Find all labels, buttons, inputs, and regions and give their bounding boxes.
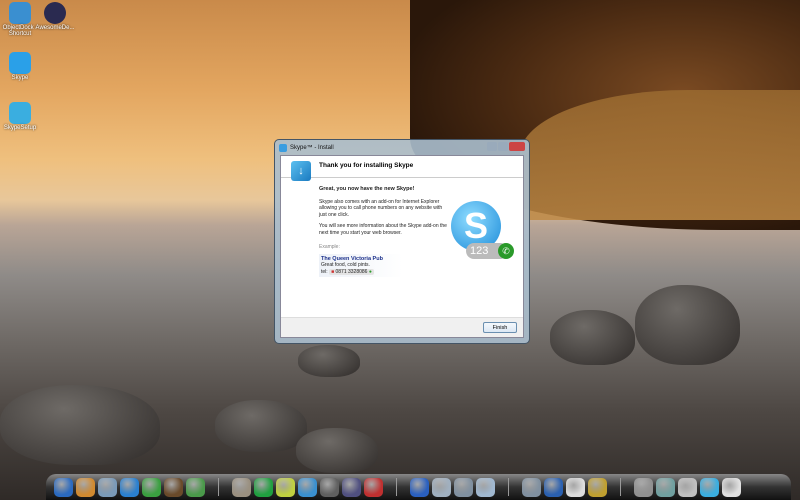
dock-app-icon[interactable]	[588, 477, 607, 497]
skype-install-dialog: Skype™ - Install ↓ Thank you for installi…	[274, 139, 530, 344]
dock-app-icon[interactable]	[120, 477, 139, 497]
minimize-button[interactable]	[487, 142, 497, 151]
dock	[46, 474, 791, 500]
dock-app-icon[interactable]	[142, 477, 161, 497]
dock-app-icon[interactable]	[342, 477, 361, 497]
finish-button[interactable]: Finish	[483, 322, 517, 333]
dock-separator	[396, 478, 397, 496]
rock	[635, 285, 740, 365]
desktop-icon-objectdock[interactable]: ObjectDock - Shortcut	[0, 2, 40, 37]
dock-app-icon[interactable]	[656, 477, 675, 497]
rock	[296, 428, 378, 473]
dock-app-icon[interactable]	[566, 477, 585, 497]
maximize-button[interactable]	[498, 142, 508, 151]
dock-app-icon[interactable]	[276, 477, 295, 497]
rock	[215, 400, 307, 452]
dock-separator	[218, 478, 219, 496]
subheading: Great, you now have the new Skype!	[319, 186, 415, 192]
dock-app-icon[interactable]	[164, 477, 183, 497]
objectdock-icon	[9, 2, 31, 24]
close-button[interactable]	[509, 142, 525, 151]
rock	[298, 345, 360, 377]
dock-app-icon[interactable]	[410, 477, 429, 497]
dock-app-icon[interactable]	[722, 477, 741, 497]
example-card: The Queen Victoria Pub Great food, cold …	[319, 253, 403, 277]
dock-app-icon[interactable]	[186, 477, 205, 497]
desktop-icon-skype[interactable]: Skype	[0, 52, 40, 81]
dock-app-icon[interactable]	[232, 477, 251, 497]
example-label: Example:	[319, 244, 340, 250]
dock-app-icon[interactable]	[522, 477, 541, 497]
dock-app-icon[interactable]	[678, 477, 697, 497]
call-icon: ●	[368, 268, 372, 275]
phone-number: 0871 3328086	[335, 268, 368, 275]
dock-app-icon[interactable]	[76, 477, 95, 497]
package-icon	[9, 102, 31, 124]
dock-app-icon[interactable]	[254, 477, 273, 497]
dock-app-icon[interactable]	[454, 477, 473, 497]
desktop-icon-skypesetup[interactable]: SkypeSetup	[0, 102, 40, 131]
dialog-heading: Thank you for installing Skype	[319, 162, 414, 169]
example-phone-button[interactable]: ■ 0871 3328086 ●	[329, 268, 374, 275]
rock	[0, 385, 160, 465]
dock-app-icon[interactable]	[364, 477, 383, 497]
addon-description: Skype also comes with an add-on for Inte…	[319, 198, 443, 218]
dock-separator	[508, 478, 509, 496]
window-title: Skype™ - Install	[290, 145, 334, 151]
addon-info: You will see more information about the …	[319, 223, 447, 236]
phone-icon: ✆	[498, 243, 514, 259]
dock-app-icon[interactable]	[634, 477, 653, 497]
dock-app-icon[interactable]	[432, 477, 451, 497]
skype-icon	[9, 52, 31, 74]
dock-app-icon[interactable]	[54, 477, 73, 497]
dock-app-icon[interactable]	[320, 477, 339, 497]
dock-app-icon[interactable]	[544, 477, 563, 497]
rock	[550, 310, 635, 365]
skype-number-badge: 123 ✆	[466, 243, 514, 259]
dock-separator	[620, 478, 621, 496]
title-bar[interactable]: Skype™ - Install	[279, 142, 525, 154]
dock-app-icon[interactable]	[98, 477, 117, 497]
flag-icon: ■	[331, 268, 335, 275]
disc-icon	[44, 2, 66, 24]
dock-app-icon[interactable]	[700, 477, 719, 497]
desktop-icon-awesome[interactable]: AwesomeDe...	[35, 2, 75, 31]
badge-number: 123	[470, 245, 489, 257]
dock-app-icon[interactable]	[476, 477, 495, 497]
tel-label: tel:	[321, 268, 328, 275]
install-package-icon: ↓	[291, 161, 311, 181]
skype-app-icon	[279, 144, 287, 152]
dock-app-icon[interactable]	[298, 477, 317, 497]
